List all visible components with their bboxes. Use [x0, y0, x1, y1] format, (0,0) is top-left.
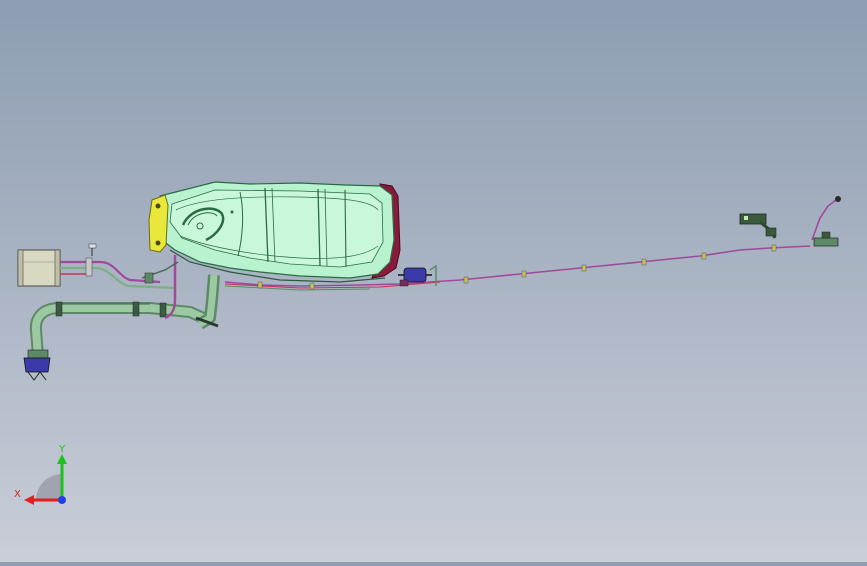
tank-mark: [230, 210, 234, 214]
cad-scene: Y X: [14, 181, 841, 505]
y-axis-label: Y: [58, 444, 66, 455]
bolt-icon: [155, 203, 161, 209]
cad-model-viewport[interactable]: Y X: [0, 0, 867, 562]
bolt-icon: [155, 240, 161, 246]
filler-pipe[interactable]: [29, 301, 211, 357]
fuel-tank[interactable]: [148, 181, 401, 283]
triad-plane: [36, 474, 62, 500]
quick-connector[interactable]: [811, 196, 841, 247]
clip: [144, 272, 154, 284]
z-axis-dot: [58, 496, 66, 504]
evap-canister[interactable]: [17, 249, 61, 287]
filler-cap[interactable]: [23, 349, 51, 381]
connector-end-icon: [835, 196, 841, 202]
vent-pipe[interactable]: [195, 274, 220, 330]
axis-triad: Y X: [14, 444, 67, 505]
engine-bracket[interactable]: [739, 213, 777, 239]
x-axis-label: X: [14, 489, 21, 500]
